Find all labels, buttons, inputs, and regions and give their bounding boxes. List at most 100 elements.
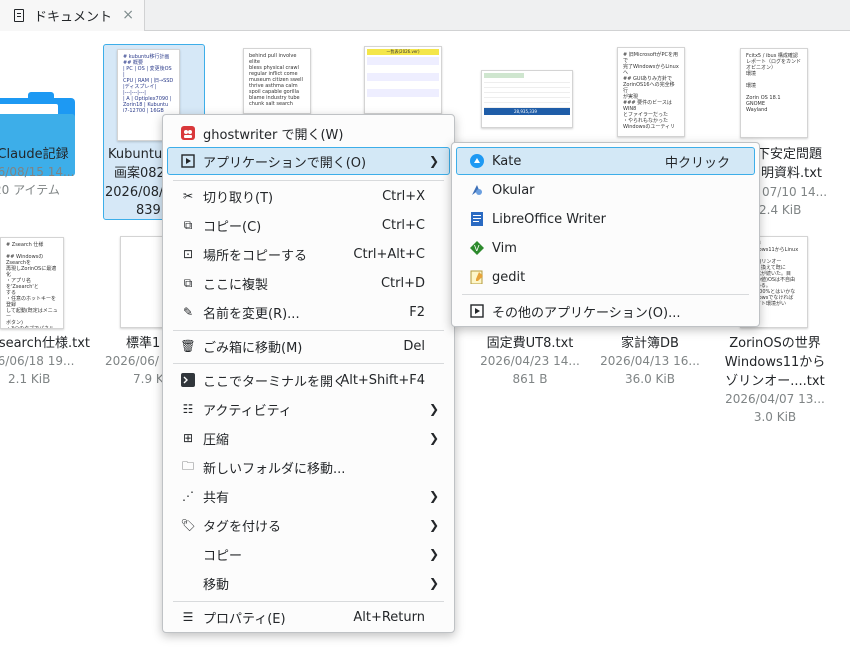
file-thumbnail: 28,935,339: [481, 70, 573, 128]
file-size: 3.0 KiB: [753, 410, 797, 424]
menu-separator: [173, 363, 444, 364]
file-name[interactable]: 家計簿DB: [590, 334, 710, 353]
menu-item-open-terminal[interactable]: ここでターミナルを開く Alt+Shift+F4: [167, 366, 450, 394]
file-date: 07/10 14...: [762, 185, 828, 199]
menu-item-move-to-trash[interactable]: 🗑 ごみ箱に移動(M) Del: [167, 332, 450, 360]
menu-item-rename[interactable]: ✎ 名前を変更(R)... F2: [167, 298, 450, 326]
menu-item-copy-location[interactable]: ⊡ 場所をコピーする Ctrl+Alt+C: [167, 240, 450, 268]
menu-item-cut[interactable]: ✂ 切り取り(T) Ctrl+X: [167, 182, 450, 210]
tag-icon: 🏷: [180, 518, 196, 532]
menu-item-copy-to[interactable]: コピー ❯: [167, 540, 450, 568]
file-name: Kubuntu: [108, 147, 163, 162]
menu-item-copy[interactable]: ⧉ コピー(C) Ctrl+C: [167, 211, 450, 239]
menu-item-label: 圧縮: [203, 432, 230, 448]
menu-item-label: アクティビティ: [203, 403, 292, 419]
table-header: 一覧表(2026.ver): [367, 49, 439, 55]
file-date: 2026/04/13 16...: [600, 354, 700, 368]
file-size: 2.1 KiB: [8, 372, 51, 386]
menu-item-label: コピー: [203, 548, 243, 564]
menu-item-open-ghostwriter[interactable]: ghostwriter で開く(W): [167, 119, 450, 147]
file-name[interactable]: 固定費UT8.txt: [470, 334, 590, 353]
svg-text:V: V: [474, 244, 480, 253]
file-item-claude[interactable]: Claude記録 26/08/15 14... 20 アイテム: [0, 40, 100, 200]
libreoffice-writer-icon: [470, 212, 484, 226]
tab-bar: ドキュメント ×: [0, 0, 850, 31]
menu-item-label: プロパティ(E): [203, 611, 286, 627]
chevron-right-icon: ❯: [428, 431, 439, 445]
menu-item-shortcut: Alt+Return: [353, 609, 425, 625]
chevron-right-icon: ❯: [428, 489, 439, 503]
submenu-item-libreoffice-writer[interactable]: LibreOffice Writer: [456, 205, 755, 233]
menu-item-activities[interactable]: ☷ アクティビティ ❯: [167, 395, 450, 423]
properties-icon: ☰: [182, 610, 194, 624]
menu-separator: [462, 294, 749, 295]
file-name: Claude記録: [0, 147, 69, 162]
menu-item-label: 移動: [203, 577, 230, 593]
chevron-right-icon: ❯: [428, 547, 439, 561]
chevron-right-icon: ❯: [428, 518, 439, 532]
menu-item-shortcut: Ctrl+C: [381, 217, 425, 233]
menu-item-label: 切り取り(T): [203, 190, 274, 206]
menu-item-label: ここでターミナルを開く: [203, 374, 347, 390]
menu-item-move-to-new-folder[interactable]: 🗀 新しいフォルダに移動...: [167, 453, 450, 481]
file-thumbnail: # 旧MicrosoftがPCを用で 完了WindowsからLinux へ ##…: [617, 47, 685, 137]
menu-item-shortcut: Ctrl+X: [382, 188, 425, 204]
tab-documents[interactable]: ドキュメント ×: [0, 0, 145, 31]
file-thumbnail: Fcitx5 / ibus 構成確認レポート（ログをカンドオピニオン） 環境 環…: [740, 48, 808, 138]
share-icon: ⋰: [182, 489, 194, 503]
submenu-item-other-applications[interactable]: その他のアプリケーション(O)...: [456, 297, 755, 325]
chevron-right-icon: ❯: [428, 576, 439, 590]
other-apps-icon: [470, 304, 484, 318]
file-size: 20 アイテム: [0, 183, 60, 197]
menu-item-shortcut: Ctrl+Alt+C: [353, 246, 425, 262]
menu-item-label: コピー(C): [203, 219, 262, 235]
menu-item-tag[interactable]: 🏷 タグを付ける ❯: [167, 511, 450, 539]
file-date: 26/08/15 14...: [0, 165, 75, 179]
menu-item-share[interactable]: ⋰ 共有 ❯: [167, 482, 450, 510]
file-name-line2: 明資料.txt: [761, 166, 823, 181]
menu-item-label: ghostwriter で開く(W): [203, 127, 344, 143]
menu-item-label: 共有: [203, 490, 230, 506]
menu-separator: [173, 601, 444, 602]
menu-item-open-with[interactable]: アプリケーションで開く(O) ❯: [167, 147, 450, 175]
sheet-total: 28,935,339: [484, 108, 570, 115]
menu-item-label: その他のアプリケーション(O)...: [492, 305, 681, 321]
open-with-submenu: Kate 中クリック Okular LibreOffice Writer V V…: [451, 142, 760, 327]
chevron-right-icon: ❯: [428, 402, 439, 416]
file-date: 2026/04/07 13...: [725, 392, 825, 406]
menu-item-compress[interactable]: ⊞ 圧縮 ❯: [167, 424, 450, 452]
menu-item-shortcut: Ctrl+D: [380, 275, 425, 291]
copy-icon: ⧉: [183, 217, 193, 232]
tab-label: ドキュメント: [34, 10, 113, 25]
file-name: zsearch仕様.txt: [0, 336, 91, 351]
file-date: 2026/08/2: [105, 185, 172, 200]
file-date: 26/06/18 19...: [0, 354, 75, 368]
menu-item-label: 新しいフォルダに移動...: [203, 461, 346, 477]
menu-item-shortcut: F2: [409, 304, 425, 320]
file-name: ZorinOSの世界: [729, 336, 821, 351]
submenu-item-vim[interactable]: V Vim: [456, 234, 755, 262]
activities-icon: ☷: [182, 402, 194, 416]
menu-item-move-to[interactable]: 移動 ❯: [167, 569, 450, 597]
kate-icon: [470, 154, 484, 168]
menu-item-properties[interactable]: ☰ プロパティ(E) Alt+Return: [167, 603, 450, 631]
menu-item-label: 場所をコピーする: [203, 248, 308, 264]
menu-item-label: Kate: [492, 153, 522, 169]
copy-location-icon: ⊡: [182, 247, 194, 261]
document-icon: [14, 9, 24, 22]
file-name-line3: ゾリンオー....txt: [725, 374, 825, 389]
file-size: 2.4 KiB: [759, 203, 802, 217]
file-thumbnail: # Zsearch 仕様 ## WindowsのZsearchを 再現しZori…: [0, 237, 64, 329]
submenu-item-okular[interactable]: Okular: [456, 176, 755, 204]
menu-item-label: アプリケーションで開く(O): [203, 155, 367, 171]
file-thumbnail: 一覧表(2026.ver): [364, 46, 442, 114]
file-size: 36.0 KiB: [625, 372, 675, 386]
close-icon[interactable]: ×: [122, 7, 134, 23]
file-thumbnail: [120, 236, 164, 328]
menu-item-duplicate[interactable]: ⧉ ここに複製 Ctrl+D: [167, 269, 450, 297]
submenu-item-gedit[interactable]: gedit: [456, 263, 755, 291]
submenu-item-kate[interactable]: Kate 中クリック: [456, 147, 755, 175]
menu-separator: [173, 330, 444, 331]
context-menu: ghostwriter で開く(W) アプリケーションで開く(O) ❯ ✂ 切り…: [162, 114, 455, 633]
gedit-icon: [470, 270, 484, 284]
